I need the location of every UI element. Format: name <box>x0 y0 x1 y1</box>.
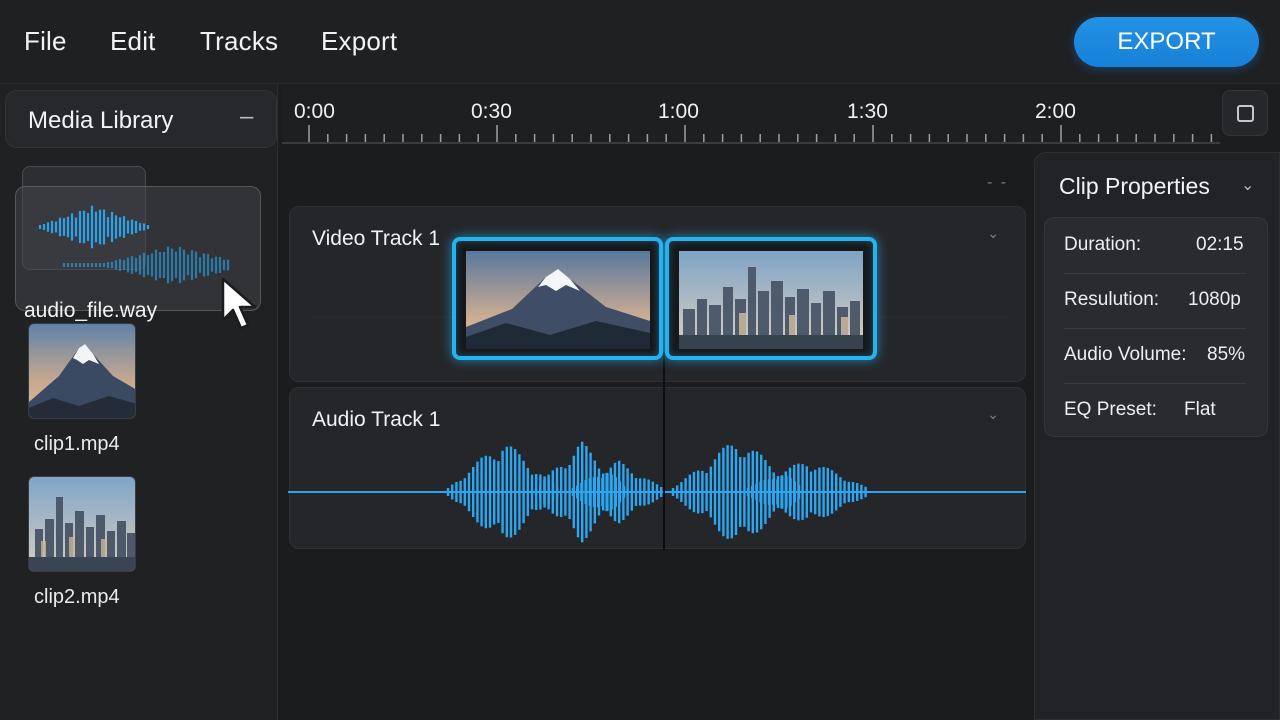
property-value[interactable]: 02:15 <box>1196 234 1244 256</box>
chevron-down-icon[interactable]: ⌄ <box>987 406 999 423</box>
mountain-clip-thumbnail <box>466 251 650 349</box>
media-item-label: clip1.mp4 <box>34 433 120 455</box>
video-clip-city[interactable] <box>665 237 877 360</box>
chevron-down-icon[interactable]: ⌄ <box>1241 175 1254 195</box>
media-library-header: Media Library – <box>5 90 277 148</box>
video-editor-app: File Edit Tracks Export EXPORT Media Lib… <box>0 0 1280 720</box>
audio-waveform <box>288 441 1026 543</box>
property-key: Resulution: <box>1064 289 1160 310</box>
media-library-panel: Media Library – audio_file.way clip1.mp4… <box>0 84 278 720</box>
tick-label: 1:00 <box>658 100 699 123</box>
properties-list: Duration: 02:15 Resulution: 1080p Audio … <box>1044 217 1268 437</box>
property-value[interactable]: Flat <box>1184 399 1216 421</box>
property-resolution: Resulution: 1080p <box>1064 273 1250 328</box>
dragging-item-label: audio_file.way <box>24 299 158 322</box>
ruler-ticks <box>308 125 1213 142</box>
media-item-clip1[interactable]: clip1.mp4 <box>28 323 138 456</box>
property-eq-preset: EQ Preset: Flat <box>1064 383 1250 438</box>
tick-label: 2:00 <box>1035 100 1076 123</box>
clip-properties-panel: Clip Properties ⌄ Duration: 02:15 Resulu… <box>1034 152 1280 720</box>
menu-bar: File Edit Tracks Export EXPORT <box>0 0 1280 84</box>
mountain-thumbnail <box>28 323 136 419</box>
menu-edit[interactable]: Edit <box>110 26 156 57</box>
media-library-title: Media Library <box>28 107 174 134</box>
city-clip-thumbnail <box>679 251 863 349</box>
collapse-icon[interactable]: – <box>240 103 253 131</box>
mouse-cursor-icon <box>221 277 257 330</box>
property-key: Audio Volume: <box>1064 344 1187 365</box>
tick-label: 0:30 <box>471 100 512 123</box>
clip-properties-title: Clip Properties <box>1059 173 1210 199</box>
zoom-indicator[interactable]: - - <box>987 174 1008 192</box>
video-clip-mountain[interactable] <box>452 237 663 360</box>
fit-view-icon[interactable] <box>1222 90 1268 136</box>
menu-tracks[interactable]: Tracks <box>200 26 278 57</box>
timeline-ruler[interactable]: 0:00 0:30 1:00 1:30 2:00 <box>282 88 1220 144</box>
track-label: Audio Track 1 <box>312 408 441 431</box>
tick-label: 1:30 <box>847 100 888 123</box>
property-value[interactable]: 1080p <box>1188 289 1241 311</box>
property-value[interactable]: 85% <box>1207 344 1245 366</box>
property-key: Duration: <box>1064 234 1142 255</box>
media-item-label: clip2.mp4 <box>34 586 120 608</box>
property-duration: Duration: 02:15 <box>1064 218 1250 273</box>
export-button[interactable]: EXPORT <box>1074 17 1259 67</box>
property-key: EQ Preset: <box>1064 399 1157 420</box>
media-item-clip2[interactable]: clip2.mp4 <box>28 476 138 609</box>
menu-export[interactable]: Export <box>321 26 397 57</box>
playhead-line[interactable] <box>663 352 665 550</box>
menu-file[interactable]: File <box>24 26 67 57</box>
property-audio-volume: Audio Volume: 85% <box>1064 328 1250 383</box>
city-thumbnail <box>28 476 136 572</box>
tick-label: 0:00 <box>294 100 335 123</box>
